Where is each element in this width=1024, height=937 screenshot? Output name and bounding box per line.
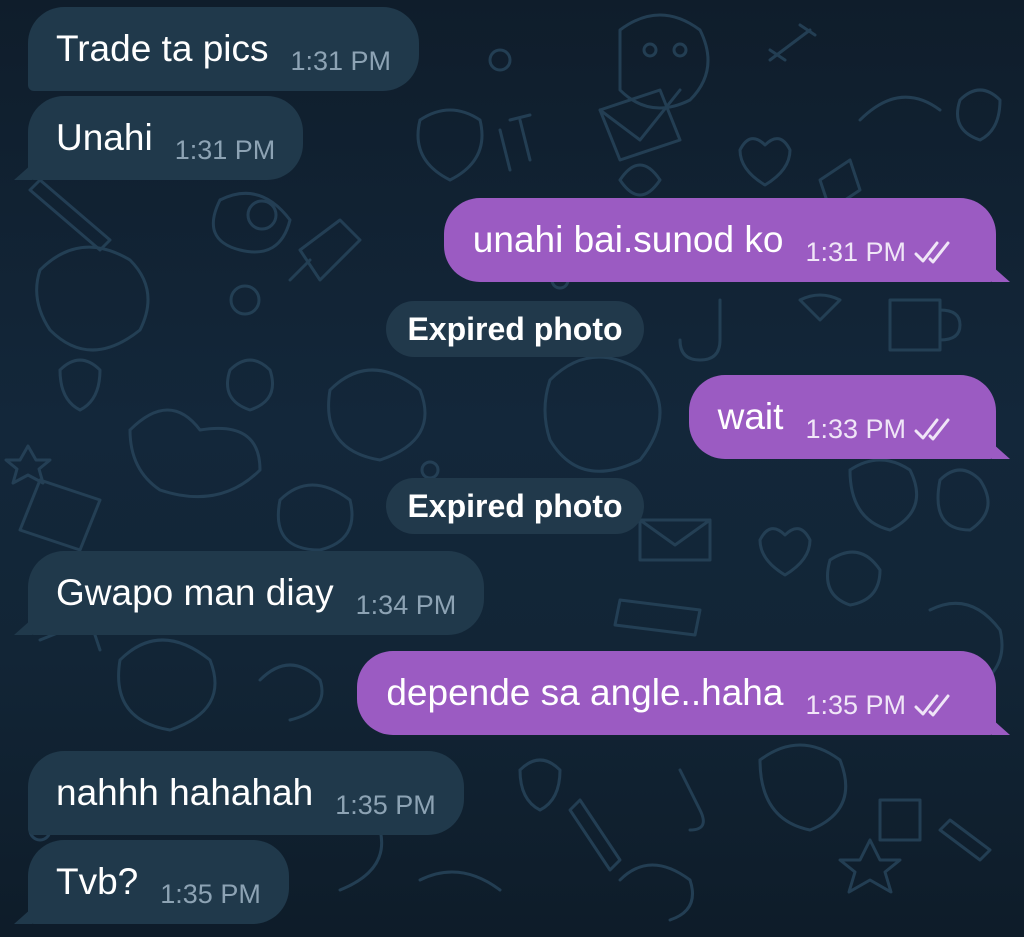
bubble-tail bbox=[992, 266, 1010, 282]
message-bubble-incoming[interactable]: Unahi 1:31 PM bbox=[14, 96, 304, 180]
bubble-tail bbox=[992, 443, 1010, 459]
double-check-icon bbox=[914, 418, 950, 441]
message-time: 1:31 PM bbox=[174, 134, 276, 165]
bubble-tail bbox=[14, 164, 32, 180]
message-text: Trade ta pics bbox=[56, 28, 269, 69]
message-bubble-incoming[interactable]: Gwapo man diay 1:34 PM bbox=[14, 551, 485, 635]
message-text: Gwapo man diay bbox=[56, 572, 334, 613]
message-time: 1:31 PM bbox=[805, 236, 906, 267]
message-time: 1:31 PM bbox=[290, 45, 392, 76]
message-bubble-outgoing[interactable]: wait 1:33 PM bbox=[688, 375, 1010, 459]
message-time: 1:34 PM bbox=[355, 589, 457, 620]
message-text: Unahi bbox=[56, 117, 153, 158]
message-text: nahhh hahahah bbox=[56, 772, 314, 813]
expired-photo-notice[interactable]: Expired photo bbox=[386, 478, 644, 534]
message-bubble-outgoing[interactable]: unahi bai.sunod ko 1:31 PM bbox=[443, 198, 1010, 282]
message-time: 1:35 PM bbox=[335, 789, 436, 820]
message-text: unahi bai.sunod ko bbox=[472, 219, 784, 260]
message-text: depende sa angle..haha bbox=[386, 672, 784, 713]
message-bubble-incoming[interactable]: nahhh hahahah 1:35 PM bbox=[28, 751, 464, 835]
message-time: 1:33 PM bbox=[805, 413, 906, 444]
expired-photo-notice[interactable]: Expired photo bbox=[386, 301, 644, 357]
message-text: wait bbox=[717, 396, 784, 437]
bubble-tail bbox=[14, 619, 32, 635]
message-time: 1:35 PM bbox=[805, 689, 906, 720]
bubble-tail bbox=[14, 908, 32, 924]
double-check-icon bbox=[914, 694, 950, 717]
message-bubble-incoming[interactable]: Tvb? 1:35 PM bbox=[14, 840, 289, 924]
message-bubble-incoming[interactable]: Trade ta pics 1:31 PM bbox=[28, 7, 420, 91]
message-bubble-outgoing[interactable]: depende sa angle..haha 1:35 PM bbox=[357, 651, 1010, 735]
bubble-tail bbox=[992, 719, 1010, 735]
message-time: 1:35 PM bbox=[160, 878, 261, 909]
message-text: Tvb? bbox=[56, 861, 139, 902]
double-check-icon bbox=[914, 241, 950, 264]
